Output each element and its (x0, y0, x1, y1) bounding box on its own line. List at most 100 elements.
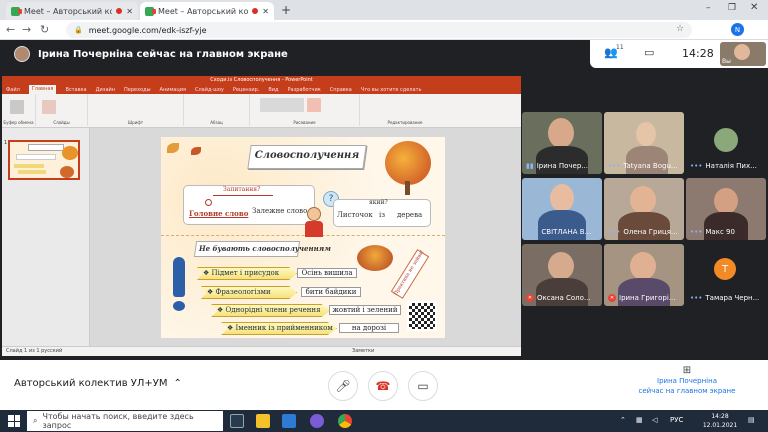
search-icon: ⌕ (33, 416, 38, 425)
slide-thumbnail-1[interactable] (8, 140, 80, 180)
participant-tile-8[interactable]: ✕ Ірина Григорі... (604, 244, 684, 306)
microphone-icon: 🎤︎ (335, 379, 351, 393)
ppt-tab-review[interactable]: Рецензир. (233, 87, 260, 93)
participant-tile-2[interactable]: ••• Tatyana Bogu... (604, 112, 684, 174)
chevron-up-icon: ⌃ (173, 378, 182, 389)
present-screen-icon: ⊞ (682, 365, 692, 376)
meet-top-controls: 👥 11 ▭ 14:28 Вы (590, 40, 768, 68)
windows-start-icon[interactable] (8, 415, 20, 427)
ppt-tab-design[interactable]: Дизайн (96, 87, 115, 93)
camera-button[interactable]: ▭ (408, 371, 438, 401)
new-tab-button[interactable]: + (281, 3, 291, 17)
store-icon[interactable] (282, 414, 296, 428)
taskbar-clock[interactable]: 14:28 12.01.2021 (700, 412, 740, 430)
ppt-tab-slideshow[interactable]: Слайд-шоу (195, 87, 224, 93)
chrome-icon[interactable] (338, 414, 352, 428)
back-arrow-icon[interactable]: ← (6, 23, 15, 36)
ppt-tab-home[interactable]: Главная (28, 85, 57, 94)
shapes-gallery-icon[interactable] (260, 98, 304, 112)
slide-thumbnails-pane: 1 (2, 128, 90, 346)
presenting-bar: Ірина Почерніна сейчас на главном экране (0, 40, 590, 68)
tray-chevron-icon[interactable]: ⌃ (620, 416, 626, 424)
ppt-status-left: Слайд 1 из 1 русский (6, 348, 63, 354)
end-call-button[interactable]: ☎︎ (368, 371, 398, 401)
participant-tile-9[interactable]: Т ••• Тамара Черн... (686, 244, 766, 306)
ppt-tab-insert[interactable]: Вставка (65, 87, 86, 93)
ppt-tab-animation[interactable]: Анимация (160, 87, 186, 93)
self-view-tile[interactable]: Вы (720, 42, 766, 66)
meet-favicon-icon (145, 6, 156, 16)
bookmark-star-icon[interactable]: ☆ (676, 24, 684, 34)
url-text: meet.google.com/edk-iszf-yje (88, 25, 207, 35)
profile-avatar[interactable]: N (731, 23, 744, 36)
child-figure-icon (307, 207, 321, 221)
rule-row-1-answer: Осінь вишила (297, 268, 357, 278)
participant-tile-1[interactable]: ▮▮ Ірина Почер... (522, 112, 602, 174)
ppt-tab-file[interactable]: Файл (6, 87, 20, 93)
volume-icon[interactable]: ◁ (652, 416, 657, 424)
participant-tile-4[interactable]: ••• СВІТЛАНА В... (522, 178, 602, 240)
ppt-tell-me[interactable]: Что вы хотите сделать (361, 87, 422, 93)
minimize-button[interactable]: – (706, 3, 711, 13)
tab-close-icon[interactable]: ✕ (262, 7, 269, 16)
participant-tile-3[interactable]: ••• Наталія Пих... (686, 112, 766, 174)
browser-tab-1[interactable]: Meet – Авторський колектив ✕ (6, 2, 138, 20)
participant-name: ▮▮ Ірина Почер... (526, 162, 588, 170)
viber-icon[interactable] (310, 414, 324, 428)
ppt-tab-view[interactable]: Вид (268, 87, 278, 93)
presenting-banner: Ірина Почерніна сейчас на главном экране (38, 48, 288, 60)
lock-icon: 🔒 (74, 26, 83, 34)
task-view-icon[interactable] (230, 414, 244, 428)
ppt-statusbar: Слайд 1 из 1 русский Заметки (2, 346, 521, 356)
tab-close-icon[interactable]: ✕ (126, 7, 133, 16)
people-count: 11 (616, 44, 624, 51)
address-bar[interactable]: 🔒 meet.google.com/edk-iszf-yje (66, 22, 692, 38)
reload-icon[interactable]: ↻ (40, 23, 49, 36)
recording-dot-icon (252, 8, 259, 14)
ppt-ribbon-tabs: Файл Главная Вставка Дизайн Переходы Ани… (2, 85, 521, 94)
ppt-tab-transitions[interactable]: Переходы (124, 87, 151, 93)
input-language[interactable]: РУС (670, 416, 683, 424)
example-word-3: дерева (397, 211, 423, 219)
microphone-button[interactable]: 🎤︎ (328, 371, 358, 401)
question-label: Запитання? (223, 186, 261, 193)
participant-tile-6[interactable]: ••• Макс 90 (686, 178, 766, 240)
file-explorer-icon[interactable] (256, 414, 270, 428)
self-label: Вы (722, 58, 731, 65)
participant-name: ✕ Ірина Григорі... (608, 294, 676, 302)
meeting-details[interactable]: Авторський колектив УЛ+УМ ⌃ (14, 378, 182, 389)
network-icon[interactable]: ▦ (636, 416, 643, 424)
taskbar-search-placeholder: Чтобы начать поиск, введите здесь запрос (42, 412, 194, 430)
presenter-info-line2: сейчас на главном экране (638, 387, 736, 395)
current-slide[interactable]: Словосполучення Запитання? Головне слово… (161, 137, 445, 338)
example-word-1: Листочок (337, 211, 373, 219)
rule-row-2-answer: бити байдики (301, 287, 361, 297)
participant-name: ••• Олена Гриця... (608, 228, 678, 236)
slide-thumb-number: 1 (4, 140, 8, 146)
arrange-icon[interactable] (307, 98, 321, 112)
ppt-tab-help[interactable]: Справка (330, 87, 352, 93)
participant-tile-7[interactable]: ✕ Оксана Соло... (522, 244, 602, 306)
browser-tab-2[interactable]: Meet – Авторський колектив ✕ (140, 2, 274, 20)
meeting-name: Авторський колектив УЛ+УМ (14, 378, 168, 389)
meet-favicon-icon (11, 6, 22, 16)
taskbar-search-input[interactable]: ⌕ Чтобы начать поиск, введите здесь запр… (27, 411, 223, 431)
forward-arrow-icon[interactable]: → (22, 23, 31, 36)
taskbar-date: 12.01.2021 (702, 422, 738, 429)
ppt-notes-button[interactable]: Заметки (352, 347, 374, 356)
close-window-button[interactable]: ✕ (750, 2, 758, 13)
presenter-avatar (14, 46, 30, 62)
paste-icon[interactable] (10, 100, 24, 114)
ppt-tab-developer[interactable]: Разработчик (288, 87, 321, 93)
autumn-tree-icon (385, 141, 431, 185)
slide-title: Словосполучення (254, 150, 360, 161)
presenter-info[interactable]: ⊞ Ірина Почерніна сейчас на главном экра… (612, 366, 762, 396)
new-slide-icon[interactable] (42, 100, 56, 114)
slide-subtitle: Не бувають словосполученням (199, 244, 331, 253)
maximize-button[interactable]: ❐ (728, 3, 736, 13)
qr-code-icon[interactable] (407, 301, 437, 331)
rule-row-3-label: ❖ Однорідні члени речення (211, 304, 331, 317)
chat-icon[interactable]: ▭ (644, 46, 654, 59)
notifications-icon[interactable]: ▤ (748, 416, 755, 424)
participant-tile-5[interactable]: ••• Олена Гриця... (604, 178, 684, 240)
